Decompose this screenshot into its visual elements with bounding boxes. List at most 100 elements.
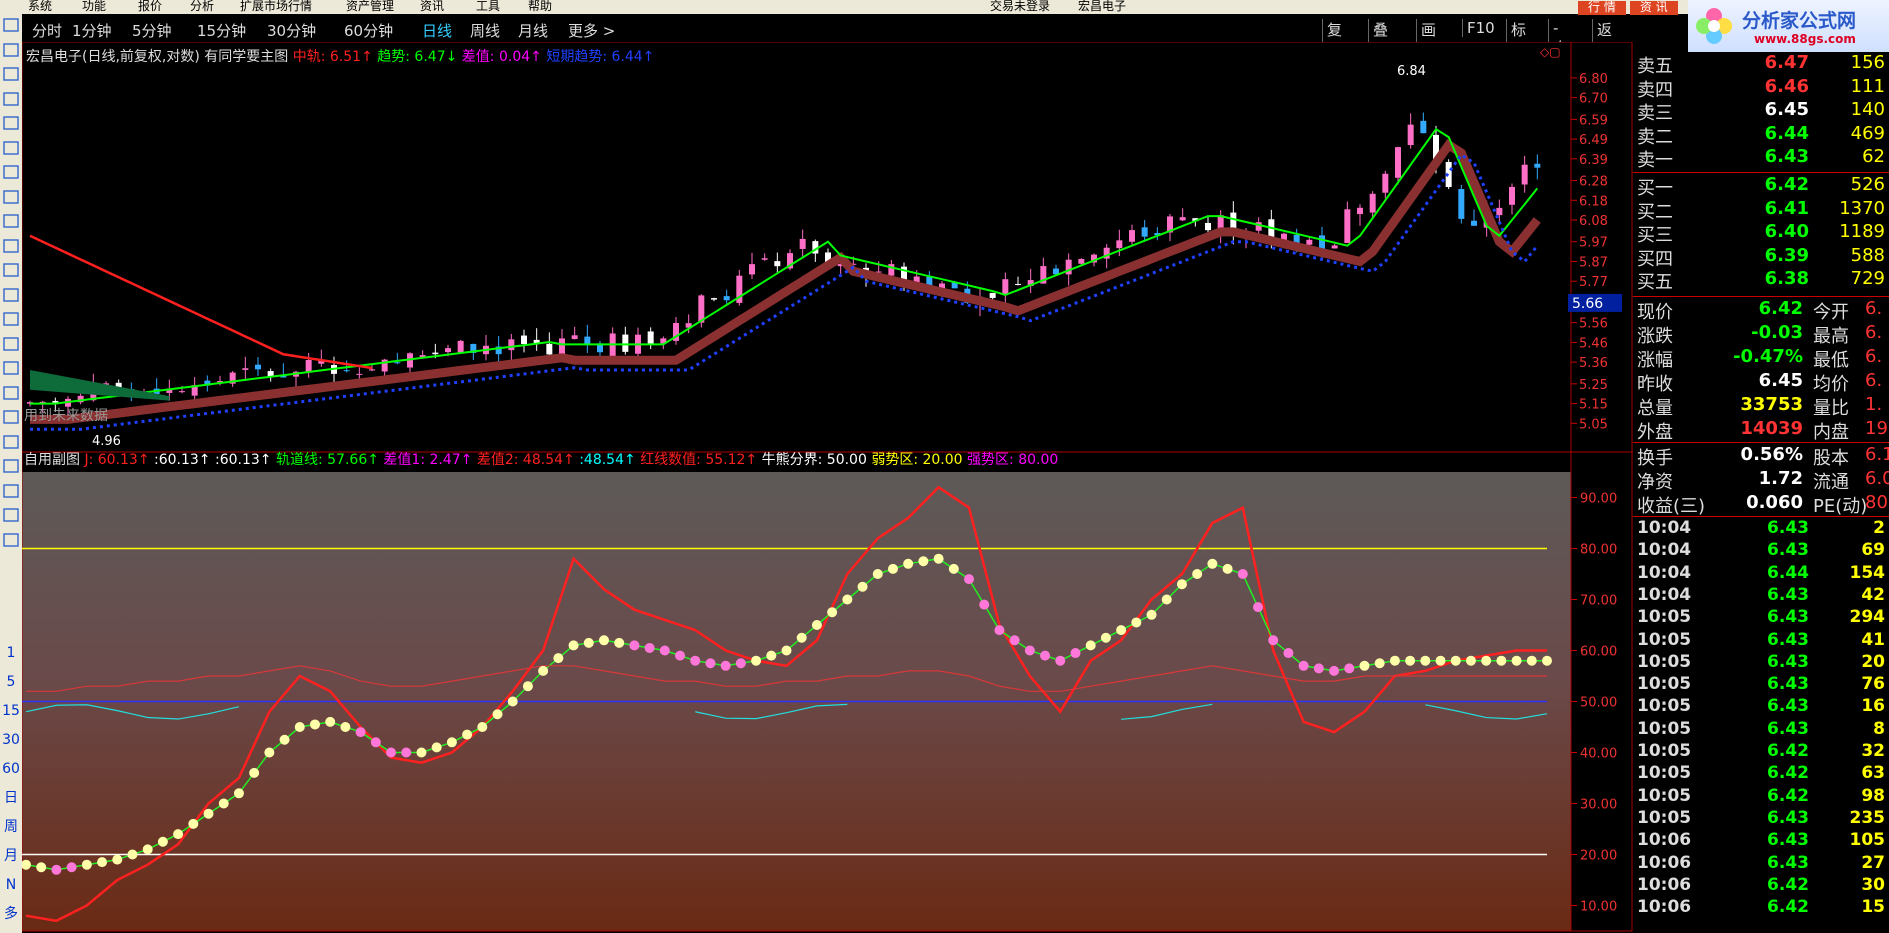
period-shortcut[interactable]: 日 — [1, 789, 21, 807]
building-icon[interactable] — [1, 287, 21, 306]
cycle-icon[interactable] — [1, 532, 21, 551]
order-volume: 526 — [1850, 174, 1885, 195]
period-tab[interactable]: 分时 — [32, 20, 62, 41]
left-toolbar: 1 5 15 30 60 日周月 N 多 — [0, 14, 22, 933]
period-shortcut[interactable]: 60 — [1, 760, 21, 778]
move-icon[interactable] — [1, 459, 21, 477]
candle-body — [1116, 240, 1123, 249]
window-icon[interactable] — [1, 214, 21, 232]
series-dot — [994, 625, 1005, 636]
period-tab[interactable]: 15分钟 — [197, 20, 246, 41]
sub-axis-label: 40.00 — [1580, 747, 1617, 762]
price-axis-label: 5.25 — [1579, 378, 1608, 393]
stat-row: 涨幅 -0.47% 最低 6. — [1633, 346, 1889, 371]
grid-icon[interactable] — [1, 116, 21, 134]
list-icon[interactable] — [1, 189, 21, 208]
menu-item[interactable]: 扩展市场行情 — [240, 0, 312, 14]
ask-row[interactable]: 卖四 6.46 111 — [1633, 76, 1889, 101]
candle-body — [1141, 227, 1148, 237]
chart-line-icon[interactable] — [1, 140, 21, 159]
ask-row[interactable]: 卖三 6.45 140 — [1633, 99, 1889, 124]
stat-row: 净资 1.72 流通 6.06 — [1633, 468, 1889, 493]
stat-label: 换手 — [1637, 448, 1673, 469]
order-price: 6.38 — [1764, 268, 1809, 289]
sub-legend-title: 自用副图 — [24, 452, 84, 468]
f5-icon[interactable] — [1, 508, 21, 526]
tick-row: 10:06 6.43 27 — [1633, 853, 1889, 875]
bid-row[interactable]: 买四 6.39 588 — [1633, 245, 1889, 270]
period-shortcut[interactable]: N — [1, 876, 21, 894]
dollar-icon[interactable] — [1, 434, 21, 453]
period-shortcut[interactable]: 15 — [1, 702, 21, 720]
series-dot — [1131, 617, 1142, 628]
period-tab[interactable]: 60分钟 — [344, 20, 393, 41]
tick-time: 10:04 — [1637, 540, 1692, 561]
menu-item[interactable]: 资产管理 — [346, 0, 394, 14]
period-tab[interactable]: 5分钟 — [132, 20, 172, 41]
order-volume: 469 — [1850, 122, 1885, 144]
top-tab-button[interactable]: 资 讯 — [1629, 1, 1678, 15]
kline-chart[interactable]: 宏昌电子(日线,前复权,对数) 有同学要主图 中轨: 6.51↑ 趋势: 6.4… — [22, 42, 1633, 933]
ask-row[interactable]: 卖一 6.43 62 — [1633, 146, 1889, 171]
money-icon[interactable] — [1, 263, 21, 281]
circle-icon[interactable] — [1, 361, 21, 379]
candle-body — [1534, 163, 1541, 168]
bid-row[interactable]: 买一 6.42 526 — [1633, 174, 1889, 199]
tick-time: 10:05 — [1637, 651, 1692, 672]
period-shortcut[interactable]: 周 — [1, 818, 21, 836]
series-dot — [979, 599, 990, 610]
menu-item[interactable]: 分析 — [190, 0, 214, 14]
wave-icon[interactable] — [1, 385, 21, 404]
pencil-icon[interactable] — [1, 483, 21, 502]
chart-expand-icon[interactable]: ◇▢ — [1540, 45, 1561, 59]
period-shortcut[interactable]: 5 — [1, 673, 21, 691]
rsi-icon[interactable] — [1, 410, 21, 428]
period-tab[interactable]: 周线 — [470, 20, 500, 41]
period-shortcut[interactable]: 1 — [1, 644, 21, 662]
series-dot — [1237, 569, 1248, 579]
tick-row: 10:05 6.42 98 — [1633, 786, 1889, 808]
period-tab[interactable]: 日线 — [422, 20, 452, 41]
menu-item[interactable]: 资讯 — [420, 0, 444, 14]
bid-row[interactable]: 买五 6.38 729 — [1633, 268, 1889, 293]
series-dot — [416, 747, 427, 758]
stat-value: 14039 — [1740, 418, 1803, 439]
top-tab-button[interactable]: 行 情 — [1578, 1, 1626, 15]
period-shortcut[interactable]: 多 — [1, 905, 21, 923]
menu-item[interactable]: 系统 — [28, 0, 52, 14]
period-tab[interactable]: 月线 — [518, 20, 548, 41]
stat-value: 6.45 — [1758, 370, 1803, 391]
fiz-icon[interactable] — [1, 312, 21, 330]
clock-icon[interactable] — [1, 336, 21, 355]
tick-price: 6.42 — [1767, 741, 1809, 761]
bid-row[interactable]: 买二 6.41 1370 — [1633, 198, 1889, 223]
series-dot — [842, 594, 853, 605]
fund-icon[interactable] — [1, 238, 21, 257]
chart-tool-button[interactable]: F10 — [1462, 19, 1495, 37]
home-icon[interactable] — [1, 18, 21, 36]
back-icon[interactable] — [1, 42, 21, 61]
period-tab[interactable]: 30分钟 — [267, 20, 316, 41]
forward-icon[interactable] — [1, 67, 21, 85]
order-price: 6.42 — [1764, 174, 1809, 195]
menu-item[interactable]: 报价 — [138, 0, 162, 14]
candle-icon[interactable] — [1, 165, 21, 183]
menu-item[interactable]: 工具 — [476, 0, 500, 14]
sub-axis-label: 80.00 — [1580, 543, 1617, 558]
series-dot — [1146, 609, 1157, 620]
period-shortcut[interactable]: 30 — [1, 731, 21, 749]
stat-value: 197 — [1865, 418, 1889, 439]
menu-item[interactable]: 帮助 — [528, 0, 552, 14]
series-dot — [1009, 635, 1020, 646]
period-tab[interactable]: 1分钟 — [72, 20, 112, 41]
period-shortcut[interactable]: 月 — [1, 847, 21, 865]
ask-row[interactable]: 卖五 6.47 156 — [1633, 52, 1889, 77]
stat-label: 内盘 — [1813, 422, 1849, 443]
bid-row[interactable]: 买三 6.40 1189 — [1633, 221, 1889, 246]
ask-row[interactable]: 卖二 6.44 469 — [1633, 122, 1889, 148]
tick-time: 10:06 — [1637, 830, 1692, 851]
period-tab[interactable]: 更多 > — [568, 20, 615, 41]
refresh-icon[interactable] — [1, 91, 21, 110]
separator — [1633, 442, 1889, 443]
menu-item[interactable]: 功能 — [82, 0, 106, 14]
